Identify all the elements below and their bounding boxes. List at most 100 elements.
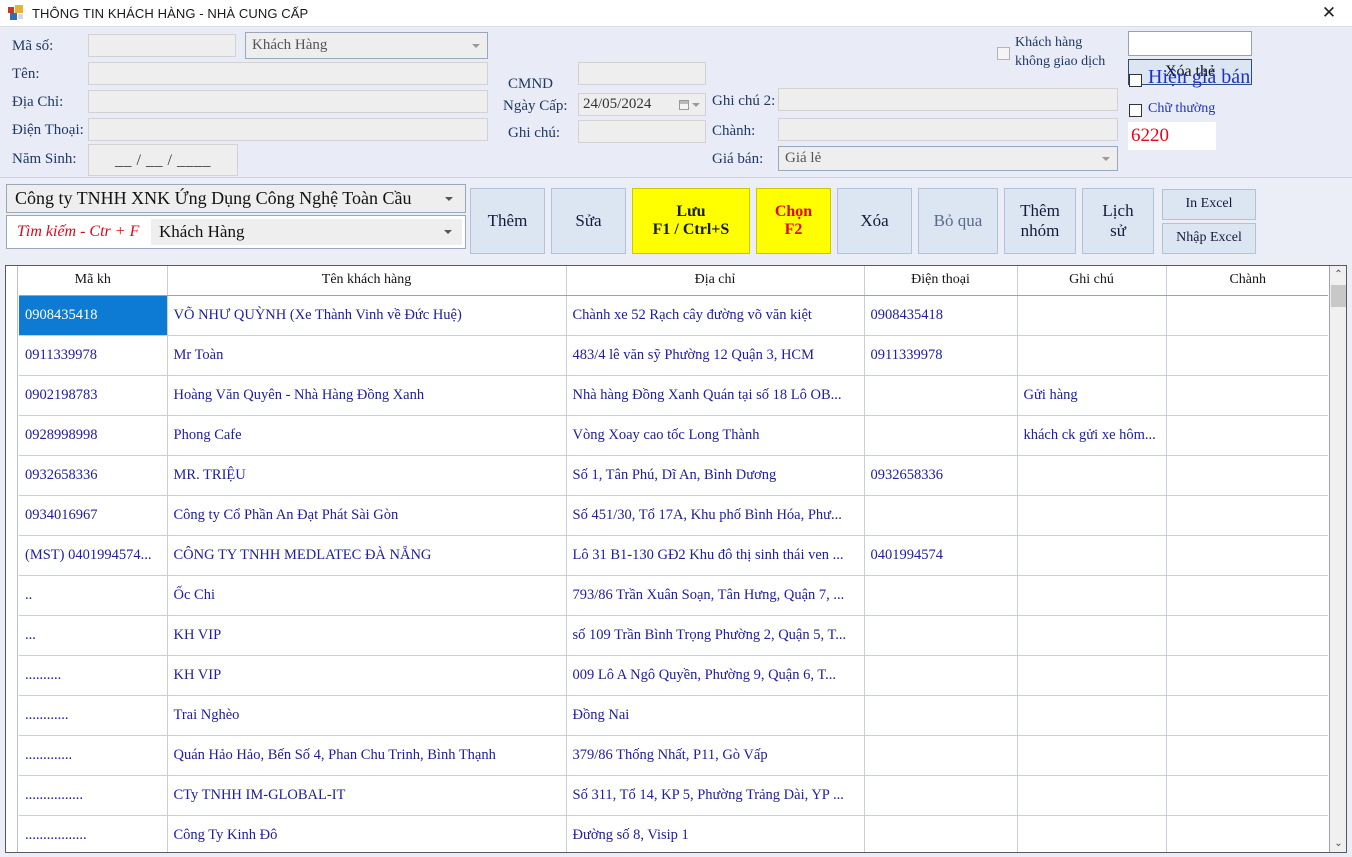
column-header-ten-khach-hang[interactable]: Tên khách hàng bbox=[167, 266, 567, 296]
cell-ghi-chu[interactable] bbox=[1017, 295, 1167, 336]
table-row[interactable]: .......... KH VIP 009 Lô A Ngô Quyền, Phườ… bbox=[19, 655, 1328, 696]
cell-ghi-chu[interactable] bbox=[1017, 535, 1167, 576]
in-excel-button[interactable]: In Excel bbox=[1162, 189, 1256, 220]
cell-ghi-chu[interactable] bbox=[1017, 695, 1167, 736]
cell-ten[interactable]: CTy TNHH IM-GLOBAL-IT bbox=[167, 775, 567, 816]
cell-dien-thoai[interactable] bbox=[864, 695, 1018, 736]
chu-thuong-checkbox[interactable] bbox=[1129, 104, 1142, 117]
cell-ma-kh[interactable]: 0908435418 bbox=[19, 295, 168, 336]
ghi-chu-input[interactable] bbox=[578, 120, 706, 143]
cell-chanh[interactable] bbox=[1166, 295, 1328, 336]
cell-ma-kh[interactable]: 0902198783 bbox=[19, 375, 168, 416]
nhap-excel-button[interactable]: Nhập Excel bbox=[1162, 223, 1256, 254]
table-row[interactable]: (MST) 0401994574... CÔNG TY TNHH MEDLATEC… bbox=[19, 535, 1328, 576]
column-header-ma-kh[interactable]: Mã kh bbox=[19, 266, 168, 296]
gia-ban-select[interactable]: Giá lẻ bbox=[778, 146, 1118, 171]
cell-ghi-chu[interactable] bbox=[1017, 335, 1167, 376]
cell-ma-kh[interactable]: 0932658336 bbox=[19, 455, 168, 496]
ngay-cap-datepicker[interactable]: 24/05/2024 bbox=[578, 93, 706, 116]
cell-ten[interactable]: VÕ NHƯ QUỲNH (Xe Thành Vinh về Đức Huệ) bbox=[167, 295, 567, 336]
cell-ten[interactable]: Mr Toàn bbox=[167, 335, 567, 376]
cell-chanh[interactable] bbox=[1166, 535, 1328, 576]
table-row[interactable]: .. Ốc Chi 793/86 Trần Xuân Soạn, Tân Hưng,… bbox=[19, 575, 1328, 616]
cell-dia-chi[interactable]: Vòng Xoay cao tốc Long Thành bbox=[566, 415, 865, 456]
table-row[interactable]: 0932658336 MR. TRIỆU Số 1, Tân Phú, Dĩ An,… bbox=[19, 455, 1328, 496]
table-row[interactable]: ................. Công Ty Kinh Đô Đường số… bbox=[19, 815, 1328, 852]
cell-dia-chi[interactable]: Chành xe 52 Rạch cây đường võ văn kiệt bbox=[566, 295, 865, 336]
scroll-up-icon[interactable]: ⌃ bbox=[1330, 266, 1346, 283]
cell-ten[interactable]: Công Ty Kinh Đô bbox=[167, 815, 567, 852]
cell-ma-kh[interactable]: 0928998998 bbox=[19, 415, 168, 456]
table-row[interactable]: 0934016967 Công ty Cổ Phần An Đạt Phát Sà… bbox=[19, 495, 1328, 536]
cell-dien-thoai[interactable] bbox=[864, 615, 1018, 656]
column-header-ghi-chu[interactable]: Ghi chú bbox=[1017, 266, 1167, 296]
cell-dien-thoai[interactable]: 0911339978 bbox=[864, 335, 1018, 376]
cell-dia-chi[interactable]: 009 Lô A Ngô Quyền, Phường 9, Quận 6, T.… bbox=[566, 655, 865, 696]
cell-dia-chi[interactable]: Lô 31 B1-130 GĐ2 Khu đô thị sinh thái ve… bbox=[566, 535, 865, 576]
table-row[interactable]: ... KH VIP số 109 Trần Bình Trọng Phường 2… bbox=[19, 615, 1328, 656]
cell-ghi-chu[interactable] bbox=[1017, 815, 1167, 852]
cell-dia-chi[interactable]: 379/86 Thống Nhất, P11, Gò Vấp bbox=[566, 735, 865, 776]
cell-ten[interactable]: KH VIP bbox=[167, 655, 567, 696]
column-header-dien-thoai[interactable]: Điện thoại bbox=[864, 266, 1018, 296]
cell-chanh[interactable] bbox=[1166, 375, 1328, 416]
cmnd-input[interactable] bbox=[578, 62, 706, 85]
grid-vertical-scrollbar[interactable]: ⌃ ⌄ bbox=[1329, 266, 1346, 852]
cell-dia-chi[interactable]: Đồng Nai bbox=[566, 695, 865, 736]
cell-dien-thoai[interactable] bbox=[864, 495, 1018, 536]
table-row[interactable]: 0928998998 Phong Cafe Vòng Xoay cao tốc Lo… bbox=[19, 415, 1328, 456]
them-nhom-button[interactable]: Thêm nhóm bbox=[1004, 188, 1076, 254]
cell-dien-thoai[interactable] bbox=[864, 415, 1018, 456]
cell-chanh[interactable] bbox=[1166, 455, 1328, 496]
cell-ghi-chu[interactable]: Gửi hàng bbox=[1017, 375, 1167, 416]
xoa-button[interactable]: Xóa bbox=[837, 188, 912, 254]
cell-dia-chi[interactable]: Nhà hàng Đồng Xanh Quán tại số 18 Lô OB.… bbox=[566, 375, 865, 416]
cell-ghi-chu[interactable] bbox=[1017, 655, 1167, 696]
cell-ghi-chu[interactable] bbox=[1017, 735, 1167, 776]
dia-chi-input[interactable] bbox=[88, 90, 488, 113]
cell-dien-thoai[interactable] bbox=[864, 815, 1018, 852]
cell-chanh[interactable] bbox=[1166, 415, 1328, 456]
table-row[interactable]: ................ CTy TNHH IM-GLOBAL-IT Số … bbox=[19, 775, 1328, 816]
cell-ghi-chu[interactable] bbox=[1017, 575, 1167, 616]
hien-gia-ban-checkbox[interactable] bbox=[1129, 74, 1142, 87]
cell-chanh[interactable] bbox=[1166, 695, 1328, 736]
card-code-input[interactable] bbox=[1128, 31, 1252, 56]
ten-input[interactable] bbox=[88, 62, 488, 85]
chanh-input[interactable] bbox=[778, 118, 1118, 141]
cell-ten[interactable]: Công ty Cổ Phần An Đạt Phát Sài Gòn bbox=[167, 495, 567, 536]
nam-sinh-input[interactable]: __ / __ / ____ bbox=[88, 144, 238, 176]
cell-dia-chi[interactable]: Số 451/30, Tổ 17A, Khu phố Bình Hóa, Phư… bbox=[566, 495, 865, 536]
close-icon[interactable]: ✕ bbox=[1306, 0, 1352, 26]
cell-ghi-chu[interactable] bbox=[1017, 495, 1167, 536]
cell-dien-thoai[interactable]: 0932658336 bbox=[864, 455, 1018, 496]
cell-dia-chi[interactable]: 483/4 lê văn sỹ Phường 12 Quận 3, HCM bbox=[566, 335, 865, 376]
cell-dien-thoai[interactable] bbox=[864, 735, 1018, 776]
cell-dia-chi[interactable]: 793/86 Trần Xuân Soạn, Tân Hưng, Quận 7,… bbox=[566, 575, 865, 616]
cell-dia-chi[interactable]: Số 311, Tổ 14, KP 5, Phường Trảng Dài, Y… bbox=[566, 775, 865, 816]
table-row[interactable]: ............ Trai Nghèo Đồng Nai bbox=[19, 695, 1328, 736]
table-row[interactable]: 0911339978 Mr Toàn 483/4 lê văn sỹ Phường … bbox=[19, 335, 1328, 376]
cell-ten[interactable]: Hoàng Văn Quyên - Nhà Hàng Đồng Xanh bbox=[167, 375, 567, 416]
cell-ma-kh[interactable]: ................ bbox=[19, 775, 168, 816]
cell-chanh[interactable] bbox=[1166, 735, 1328, 776]
cell-ma-kh[interactable]: ... bbox=[19, 615, 168, 656]
cell-dien-thoai[interactable] bbox=[864, 655, 1018, 696]
khach-hang-khong-giao-dich-checkbox[interactable] bbox=[997, 47, 1010, 60]
cell-ghi-chu[interactable]: khách ck gửi xe hôm... bbox=[1017, 415, 1167, 456]
cell-chanh[interactable] bbox=[1166, 655, 1328, 696]
column-header-dia-chi[interactable]: Địa chỉ bbox=[566, 266, 865, 296]
ghi-chu-2-input[interactable] bbox=[778, 88, 1118, 111]
cell-chanh[interactable] bbox=[1166, 775, 1328, 816]
dien-thoai-input[interactable] bbox=[88, 118, 488, 141]
table-row[interactable]: 0902198783 Hoàng Văn Quyên - Nhà Hàng Đồn… bbox=[19, 375, 1328, 416]
luu-button[interactable]: Lưu F1 / Ctrl+S bbox=[632, 188, 750, 254]
loai-doi-tuong-select[interactable]: Khách Hàng bbox=[245, 32, 488, 59]
cell-ghi-chu[interactable] bbox=[1017, 455, 1167, 496]
scrollbar-thumb[interactable] bbox=[1331, 285, 1346, 307]
company-select[interactable]: Công ty TNHH XNK Ứng Dụng Công Nghệ Toàn… bbox=[6, 184, 466, 213]
sua-button[interactable]: Sửa bbox=[551, 188, 626, 254]
scroll-down-icon[interactable]: ⌄ bbox=[1330, 835, 1346, 852]
cell-ma-kh[interactable]: .. bbox=[19, 575, 168, 616]
cell-ma-kh[interactable]: ............ bbox=[19, 695, 168, 736]
